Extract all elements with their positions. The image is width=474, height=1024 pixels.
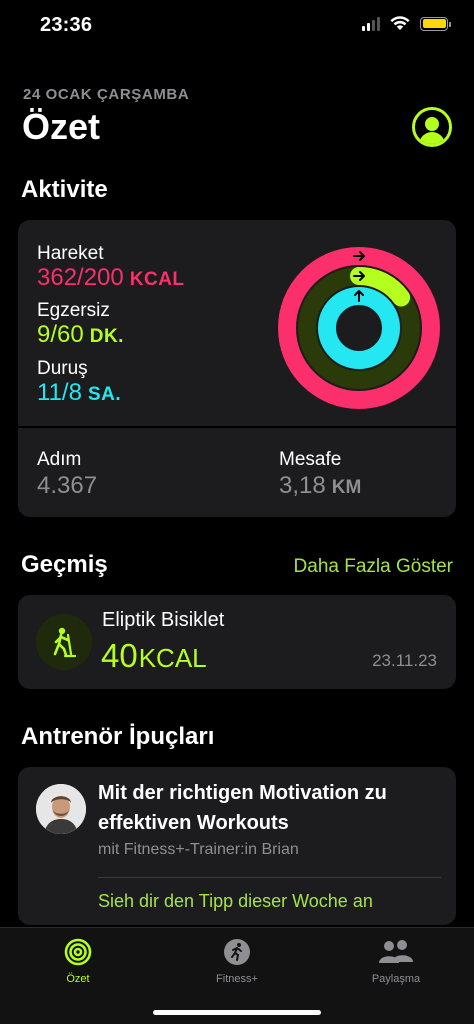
stand-label: Duruş [37,358,88,379]
workout-calories: 40KCAL [101,637,207,674]
history-section-title: Geçmiş [21,551,108,578]
workout-name: Eliptik Bisiklet [102,609,225,631]
coach-tips-section-title: Antrenör İpuçları [21,723,215,750]
tip-title: Mit der richtigen Motivation zu effektiv… [98,782,387,834]
home-indicator[interactable] [153,1010,321,1015]
distance-label: Mesafe [279,449,342,470]
cellular-signal-icon [362,16,380,31]
card-divider [18,426,456,428]
status-time: 23:36 [40,14,93,36]
move-label: Hareket [37,243,104,264]
coach-tip-card[interactable]: Mit der richtigen Motivation zu effektiv… [18,767,456,925]
move-value: 362/200 KCAL [37,264,185,291]
person-circle-icon [425,117,439,131]
people-icon [336,936,456,968]
page-title: Özet [22,106,101,147]
workout-date: 23.11.23 [372,651,437,670]
activity-section-title: Aktivite [21,176,108,203]
tip-subtitle: mit Fitness+-Trainer:in Brian [98,841,299,858]
steps-label: Adım [37,449,82,470]
move-ring-overlap [283,292,302,311]
status-bar: 23:36 [0,0,474,52]
tab-summary[interactable]: Özet [18,936,138,985]
exercise-value: 9/60 DK. [37,321,124,348]
distance-value: 3,18 KM [279,472,362,499]
steps-value: 4.367 [37,472,98,499]
stand-value: 11/8 SA. [37,379,122,406]
profile-button[interactable] [412,107,452,147]
show-more-link[interactable]: Daha Fazla Göster [294,556,453,578]
status-icons [362,16,451,31]
wifi-icon [390,16,410,30]
tip-divider [98,877,441,878]
running-person-icon [177,936,297,968]
battery-icon [420,16,451,31]
workout-card[interactable]: Eliptik Bisiklet 40KCAL 23.11.23 [18,595,456,689]
tab-fitness-plus[interactable]: Fitness+ [177,936,297,985]
elliptical-icon [36,614,92,670]
coach-avatar [36,784,86,834]
stand-ring-overlap [372,341,391,360]
activity-card[interactable]: Hareket 362/200 KCAL Egzersiz 9/60 DK. Dur… [18,220,456,517]
activity-rings [278,247,440,409]
activity-rings-icon [18,936,138,968]
tab-sharing[interactable]: Paylaşma [336,936,456,985]
exercise-label: Egzersiz [37,300,110,321]
date-label: 24 OCAK ÇARŞAMBA [23,86,190,103]
tip-link[interactable]: Sieh dir den Tipp dieser Woche an [98,891,373,912]
